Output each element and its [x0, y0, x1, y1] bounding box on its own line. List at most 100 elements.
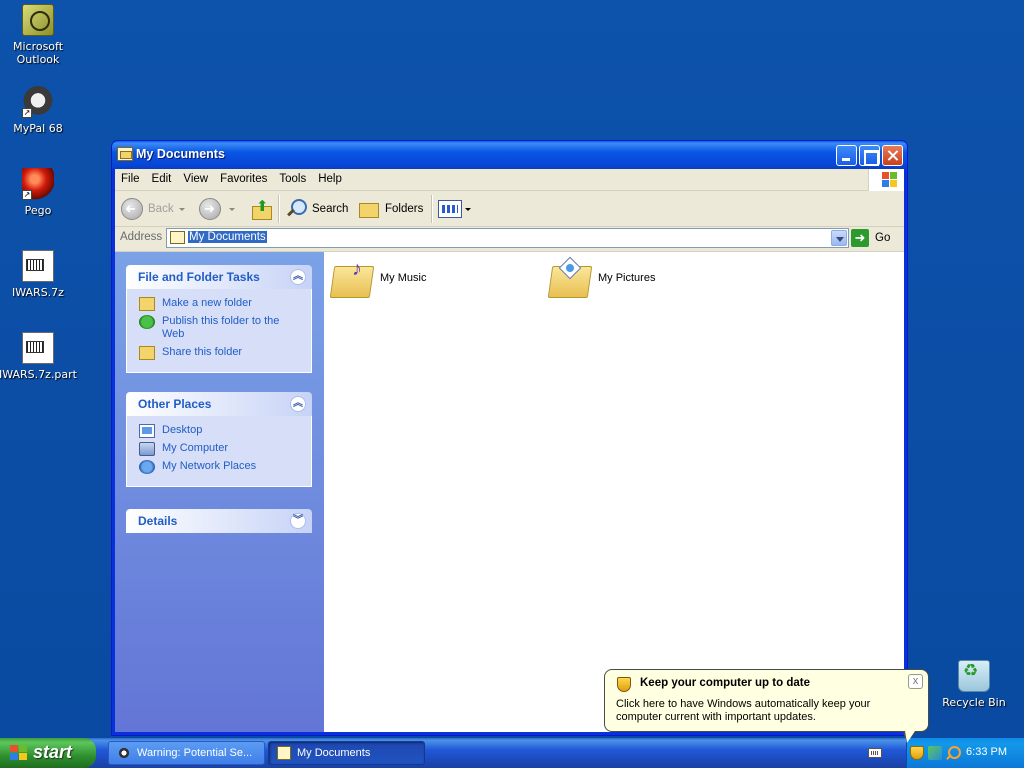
folder-label: My Music: [380, 272, 427, 284]
desktop-icon-mypal[interactable]: ↗ MyPal 68: [0, 86, 78, 135]
views-icon: [438, 200, 462, 218]
window-body: FileEditViewFavoritesToolsHelp Back Sear…: [115, 169, 904, 732]
task-publish-folder[interactable]: Publish this folder to the Web: [139, 315, 303, 341]
update-balloon[interactable]: Keep your computer up to date x Click he…: [604, 669, 929, 745]
place-label: Desktop: [162, 424, 203, 436]
security-shield-icon[interactable]: [910, 746, 924, 760]
desktop-icon-iwars-7z[interactable]: IWARS.7z: [0, 250, 78, 299]
task-label: Make a new folder: [162, 297, 252, 309]
desktop-icon-outlook[interactable]: Microsoft Outlook: [0, 4, 78, 66]
address-bar: Address My Documents ➜ Go: [115, 227, 904, 249]
publish-web-icon: [139, 315, 155, 329]
up-folder-button[interactable]: [250, 197, 272, 221]
address-input[interactable]: My Documents: [166, 228, 849, 248]
desktop-icon-iwars-7z-part[interactable]: IWARS.7z.part: [0, 332, 78, 381]
search-label: Search: [312, 203, 349, 215]
system-tray: 6:33 PM: [906, 738, 1024, 768]
desktop-icon: [139, 424, 155, 438]
my-computer-icon: [139, 442, 155, 456]
forward-dropdown-icon[interactable]: [229, 207, 235, 211]
panel-body: Desktop My Computer My Network Places: [126, 416, 312, 487]
security-shield-icon: [617, 677, 631, 692]
menu-help[interactable]: Help: [312, 169, 348, 191]
title-bar[interactable]: My Documents: [112, 141, 907, 169]
desktop-icon-label: Recycle Bin: [942, 696, 1006, 709]
task-share-folder[interactable]: Share this folder: [139, 346, 303, 360]
network-icon[interactable]: [928, 746, 942, 760]
my-documents-icon: [277, 746, 291, 760]
close-button[interactable]: [882, 145, 903, 166]
back-dropdown-icon[interactable]: [178, 207, 185, 211]
windows-logo-icon: [868, 169, 904, 191]
collapse-chevron-icon[interactable]: ︽: [290, 396, 306, 412]
go-label: Go: [875, 232, 891, 244]
place-my-network-places[interactable]: My Network Places: [139, 460, 303, 474]
clock[interactable]: 6:33 PM: [966, 746, 1007, 758]
taskbar-button-label: Warning: Potential Se...: [137, 747, 253, 759]
address-dropdown-icon[interactable]: [831, 230, 847, 246]
folders-label: Folders: [385, 203, 424, 215]
warning-app-icon: [117, 746, 131, 760]
collapse-chevron-icon[interactable]: ︽: [290, 269, 306, 285]
forward-arrow-icon: [199, 198, 221, 220]
archive-file-icon: [22, 250, 54, 282]
pictures-folder-icon: [548, 256, 592, 298]
folder-view: ♪ My Music My Pictures: [324, 252, 904, 732]
taskbar-button-warning[interactable]: Warning: Potential Se...: [108, 741, 265, 765]
folder-my-pictures[interactable]: My Pictures: [548, 256, 655, 298]
views-button[interactable]: [438, 197, 471, 221]
taskbar-button-my-documents[interactable]: My Documents: [268, 741, 425, 765]
window-title: My Documents: [136, 147, 225, 161]
up-folder-icon: [250, 197, 272, 220]
task-pane: File and Folder Tasks ︽ Make a new folde…: [115, 252, 324, 732]
task-make-new-folder[interactable]: Make a new folder: [139, 297, 303, 311]
go-button[interactable]: ➜ Go: [851, 228, 899, 248]
desktop-icon-label: Pego: [24, 204, 52, 217]
menu-edit[interactable]: Edit: [146, 169, 178, 191]
taskbar-button-label: My Documents: [297, 747, 371, 759]
panel-header[interactable]: File and Folder Tasks ︽: [126, 265, 312, 289]
place-desktop[interactable]: Desktop: [139, 424, 303, 438]
desktop-icon-label: Microsoft Outlook: [12, 40, 64, 66]
expand-chevron-icon[interactable]: ︾: [290, 513, 306, 529]
menu-tools[interactable]: Tools: [273, 169, 312, 191]
other-places-panel: Other Places ︽ Desktop My Computer My Ne…: [126, 392, 312, 487]
folders-button[interactable]: Folders: [358, 197, 423, 221]
go-arrow-icon: ➜: [851, 229, 869, 247]
keyboard-icon[interactable]: [868, 748, 882, 758]
balloon-close-button[interactable]: x: [908, 674, 923, 689]
maximize-button[interactable]: [859, 145, 880, 166]
place-my-computer[interactable]: My Computer: [139, 442, 303, 456]
back-button[interactable]: Back: [121, 197, 185, 221]
search-button[interactable]: Search: [285, 197, 348, 221]
desktop-icon-recycle-bin[interactable]: Recycle Bin: [934, 660, 1014, 709]
task-label: Publish this folder to the Web: [162, 315, 280, 340]
menu-file[interactable]: File: [115, 169, 146, 191]
panel-title: Details: [138, 514, 178, 528]
task-label: Share this folder: [162, 346, 243, 358]
panel-header[interactable]: Other Places ︽: [126, 392, 312, 416]
mypal-icon: ↗: [22, 86, 54, 118]
folders-icon: [358, 199, 380, 219]
address-value[interactable]: My Documents: [188, 231, 267, 243]
search-icon: [285, 198, 307, 220]
start-label: start: [33, 742, 73, 762]
place-label: My Computer: [162, 442, 229, 454]
pego-icon: ↗: [22, 168, 54, 200]
desktop-icon-label: IWARS.7z.part: [0, 368, 77, 381]
start-button[interactable]: start: [0, 738, 96, 768]
back-label: Back: [148, 203, 174, 215]
minimize-button[interactable]: [836, 145, 857, 166]
folder-my-music[interactable]: ♪ My Music: [330, 258, 426, 298]
balloon-title: Keep your computer up to date: [640, 677, 810, 689]
search-icon[interactable]: [946, 746, 961, 760]
desktop-icon-pego[interactable]: ↗ Pego: [0, 168, 78, 217]
menu-favorites[interactable]: Favorites: [214, 169, 273, 191]
menu-view[interactable]: View: [177, 169, 214, 191]
toolbar-separator: [278, 195, 279, 223]
explorer-window: My Documents File Edit View Favorites Tools H…: [111, 140, 908, 736]
my-documents-icon: [170, 231, 185, 244]
forward-button[interactable]: [199, 197, 235, 221]
toolbar-separator: [431, 195, 432, 223]
panel-header[interactable]: Details ︾: [126, 509, 312, 533]
